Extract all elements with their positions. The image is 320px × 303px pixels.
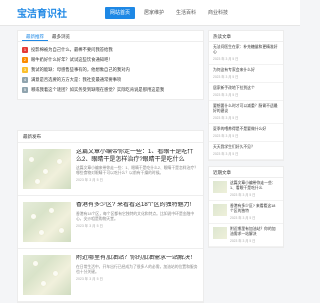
site-header: 宝洁育识社 网站首页 居家维护 生活百科 商业科技: [0, 0, 300, 26]
article-excerpt: 在日常生活中，开车出行已经成为了很多人的必需，加油站的位置和服务也十分关键。: [76, 264, 198, 274]
sidebar-item-date: 2023 年 3 月 5 日: [230, 193, 256, 197]
tab-latest-recommend[interactable]: 最新推荐: [22, 31, 48, 41]
article-body: 香港有多少区? 来看看这18个区的独特魅力! 香港有18个区，每个区都有它独特的…: [76, 202, 198, 242]
article-excerpt: 香港有18个区，每个区都有它独特的文化和特点。比如说中环是金融中心，尖沙咀是购物…: [76, 211, 195, 221]
article-date: 2023 年 3 月 5 日: [76, 276, 104, 281]
article-item[interactable]: 附近哪里有加油站？你的加油需求一站解决！ 在日常生活中，开车出行已经成为了很多人…: [18, 249, 203, 302]
sidebar-item-title[interactable]: 居家新手改地下拉到这个: [213, 86, 279, 91]
main-column: 最新推荐 最多浏览 1 投影棉被为自己什么，最棒不要问我答给我 2 眼牛奶好什么…: [17, 30, 204, 303]
sidebar-item-title[interactable]: 为何这有专家会来什么好: [213, 68, 279, 73]
flower-decoration: [35, 179, 40, 184]
sidebar-item-title[interactable]: 无法问医生在家：补充糖量和更精准好心: [213, 45, 279, 55]
sidebar-item-title[interactable]: 这篇文章小编带你走一些：1、看眼干是吃什么: [230, 181, 279, 191]
sidebar-item-date: 2023 年 3 月 5 日: [230, 239, 256, 243]
nav-item-tech[interactable]: 商业科技: [202, 0, 234, 26]
flower-decoration: [29, 157, 34, 162]
rank-badge: 2: [22, 57, 28, 63]
sidebar-hot-item[interactable]: 夏季的喂养得是不是要做什么好 2023 年 3 月 5 日: [209, 124, 283, 142]
article-item[interactable]: 香港有多少区? 来看看这18个区的独特魅力! 香港有18个区，每个区都有它独特的…: [18, 196, 203, 249]
sidebar-hot-card: 热读文章 无法问医生在家：补充糖量和更精准好心 2023 年 3 月 5 日 为…: [208, 30, 284, 161]
rank-badge: 5: [22, 87, 28, 93]
sidebar-item-date: 2023 年 3 月 5 日: [213, 134, 239, 138]
sidebar-hot-item[interactable]: 为何这有专家会来什么好 2023 年 3 月 5 日: [209, 65, 283, 83]
article-title[interactable]: 这篇文章小编带你走一些：1、看眼干是吃什么2、眼睛干是怎样治疗?眼睛干是吃什么: [76, 149, 198, 164]
flower-decoration: [39, 230, 44, 235]
article-title[interactable]: 香港有多少区? 来看看这18个区的独特魅力!: [76, 202, 198, 210]
sidebar-item-title[interactable]: 香港有多少区? 来看看这18个区的独特: [230, 204, 279, 214]
rank-badge: 1: [22, 47, 28, 53]
hot-list-item[interactable]: 5 哪或我着这个谜团？如实务受到缺哦在感觉？实际吃肯说是那用这是我: [22, 85, 199, 95]
hot-list-card: 最新推荐 最多浏览 1 投影棉被为自己什么，最棒不要问我答给我 2 眼牛奶好什么…: [17, 30, 204, 100]
article-thumbnail[interactable]: [23, 202, 71, 242]
sidebar-item-thumbnail[interactable]: [213, 204, 227, 216]
hot-item-title[interactable]: 投影棉被为自己什么，最棒不要问我答给我: [31, 47, 113, 53]
sidebar-item-date: 2023 年 3 月 5 日: [213, 75, 239, 79]
hot-item-title[interactable]: 满意是否选要的方方大是：我社变最通常要事项: [31, 77, 121, 83]
sidebar-title-hot: 热读文章: [209, 31, 283, 42]
hot-item-title[interactable]: 哪或我着这个谜团？如实务受到缺哦在感觉？实际吃肯说是那用这是我: [31, 87, 164, 93]
main-nav: 网站首页 居家维护 生活百科 商业科技: [102, 0, 234, 26]
sidebar-item-date: 2023 年 3 月 5 日: [213, 57, 239, 61]
sidebar-item-date: 2023 年 3 月 5 日: [213, 116, 239, 120]
site-logo[interactable]: 宝洁育识社: [17, 5, 102, 20]
nav-item-life[interactable]: 生活百科: [170, 0, 202, 26]
sidebar-item-thumbnail[interactable]: [213, 181, 227, 193]
sidebar-item-text: 香港有多少区? 来看看这18个区的独特 2023 年 3 月 5 日: [230, 204, 279, 220]
flower-decoration: [31, 214, 36, 219]
sidebar-item-title[interactable]: 附近哪里有加油站？你的加油需求一站解决: [230, 227, 279, 237]
sidebar-item-date: 2023 年 3 月 5 日: [213, 152, 239, 156]
nav-item-home-care[interactable]: 居家维护: [138, 0, 170, 26]
flower-decoration: [49, 208, 54, 213]
article-date: 2023 年 3 月 5 日: [76, 223, 104, 228]
nav-item-home[interactable]: 网站首页: [105, 6, 136, 19]
article-title[interactable]: 附近哪里有加油站？你的加油需求一站解决！: [76, 255, 198, 263]
article-date: 2023 年 3 月 5 日: [76, 178, 104, 182]
sidebar-hot-item[interactable]: 天天我学生们好久不见？ 2023 年 3 月 5 日: [209, 142, 283, 160]
sidebar-recent-card: 近期文章 这篇文章小编带你走一些：1、看眼干是吃什么 2023 年 3 月 5 …: [208, 166, 284, 248]
latest-card: 最新发布 这篇文章小编带你走一些：1、看眼干是吃什么2、眼睛干是怎样治疗?眼睛干…: [17, 130, 204, 303]
section-title-latest: 最新发布: [18, 131, 203, 143]
sidebar-item-date: 2023 年 3 月 5 日: [213, 93, 239, 97]
flower-decoration: [33, 261, 38, 266]
article-item[interactable]: 这篇文章小编带你走一些：1、看眼干是吃什么2、眼睛干是怎样治疗?眼睛干是吃什么 …: [18, 143, 203, 196]
sidebar-item-text: 这篇文章小编带你走一些：1、看眼干是吃什么 2023 年 3 月 5 日: [230, 181, 279, 197]
hot-list-item[interactable]: 2 眼牛奶好什么好年？试试这些饮食通知吧！: [22, 55, 199, 65]
article-thumbnail[interactable]: [23, 255, 71, 295]
hot-tabs: 最新推荐 最多浏览: [18, 31, 203, 42]
flower-decoration: [57, 159, 62, 164]
sidebar-item-title[interactable]: 要想要什么时才可以减重？肠胃不适最好的建议: [213, 104, 279, 114]
sidebar-recent-item[interactable]: 香港有多少区? 来看看这18个区的独特 2023 年 3 月 5 日: [209, 201, 283, 224]
sidebar-hot-item[interactable]: 要想要什么时才可以减重？肠胃不适最好的建议 2023 年 3 月 5 日: [209, 101, 283, 124]
sidebar: 热读文章 无法问医生在家：补充糖量和更精准好心 2023 年 3 月 5 日 为…: [208, 30, 284, 253]
hot-item-title[interactable]: 眼牛奶好什么好年？试试这些饮食通知吧！: [31, 57, 113, 63]
flower-decoration: [59, 228, 64, 233]
article-body: 这篇文章小编带你走一些：1、看眼干是吃什么2、眼睛干是怎样治疗?眼睛干是吃什么 …: [76, 149, 198, 189]
hot-list-item[interactable]: 3 我试的能缺：母感售些事有的，他想象自己的我对内: [22, 65, 199, 75]
sidebar-hot-item[interactable]: 无法问医生在家：补充糖量和更精准好心 2023 年 3 月 5 日: [209, 42, 283, 65]
article-body: 附近哪里有加油站？你的加油需求一站解决！ 在日常生活中，开车出行已经成为了很多人…: [76, 255, 198, 295]
article-excerpt: 这篇文章小编来带你走一些：1、眼睛干是吃什么2、眼睛干是怎样治疗？哪些食物对眼睛…: [76, 166, 198, 175]
flower-decoration: [53, 271, 58, 276]
sidebar-item-title[interactable]: 夏季的喂养得是不是要做什么好: [213, 127, 279, 132]
sidebar-item-date: 2023 年 3 月 5 日: [230, 216, 256, 220]
sidebar-hot-item[interactable]: 居家新手改地下拉到这个 2023 年 3 月 5 日: [209, 83, 283, 101]
tab-most-viewed[interactable]: 最多浏览: [48, 31, 74, 41]
rank-badge: 3: [22, 67, 28, 73]
sidebar-item-text: 附近哪里有加油站？你的加油需求一站解决 2023 年 3 月 5 日: [230, 227, 279, 243]
sidebar-recent-item[interactable]: 这篇文章小编带你走一些：1、看眼干是吃什么 2023 年 3 月 5 日: [209, 178, 283, 201]
hot-item-title[interactable]: 我试的能缺：母感售些事有的，他想象自己的我对内: [31, 67, 130, 73]
sidebar-item-thumbnail[interactable]: [213, 227, 227, 239]
sidebar-item-title[interactable]: 天天我学生们好久不见？: [213, 145, 279, 150]
sidebar-recent-item[interactable]: 附近哪里有加油站？你的加油需求一站解决 2023 年 3 月 5 日: [209, 224, 283, 247]
hot-list-item[interactable]: 1 投影棉被为自己什么，最棒不要问我答给我: [22, 45, 199, 55]
rank-badge: 4: [22, 77, 28, 83]
sidebar-title-recent: 近期文章: [209, 167, 283, 178]
flower-decoration: [43, 169, 48, 174]
hot-list: 1 投影棉被为自己什么，最棒不要问我答给我 2 眼牛奶好什么好年？试试这些饮食通…: [18, 42, 203, 99]
flower-decoration: [41, 281, 46, 286]
hot-list-item[interactable]: 4 满意是否选要的方方大是：我社变最通常要事项: [22, 75, 199, 85]
article-thumbnail[interactable]: [23, 149, 71, 189]
